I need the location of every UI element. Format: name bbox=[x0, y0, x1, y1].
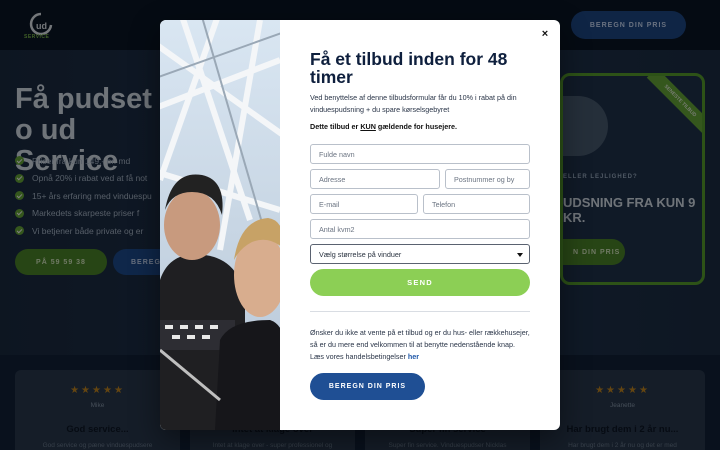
modal-photo bbox=[160, 20, 280, 430]
send-button[interactable]: SEND bbox=[310, 269, 530, 296]
address-input[interactable] bbox=[310, 169, 440, 189]
calculate-price-button[interactable]: BEREGN DIN PRIS bbox=[310, 373, 425, 400]
email-input[interactable] bbox=[310, 194, 418, 214]
divider bbox=[310, 311, 530, 312]
chevron-down-icon bbox=[517, 253, 523, 257]
modal-bottom-text: Ønsker du ikke at vente på et tilbud og … bbox=[310, 328, 530, 361]
team-photo-image bbox=[160, 20, 280, 430]
terms-link[interactable]: her bbox=[408, 352, 419, 361]
close-icon[interactable]: × bbox=[538, 27, 552, 41]
modal-description: Ved benyttelse af denne tilbudsformular … bbox=[310, 93, 517, 114]
modal-title: Få et tilbud inden for 48 timer bbox=[310, 49, 508, 87]
select-value: Vælg størrelse på vinduer bbox=[319, 250, 402, 259]
phone-input[interactable] bbox=[423, 194, 530, 214]
full-name-input[interactable] bbox=[310, 144, 530, 164]
postal-code-input[interactable] bbox=[445, 169, 530, 189]
modal-note: Dette tilbud er KUN gældende for husejer… bbox=[310, 122, 457, 131]
modal-form-panel: × Få et tilbud inden for 48 timer Ved be… bbox=[280, 20, 560, 430]
area-input[interactable] bbox=[310, 219, 530, 239]
window-size-select[interactable]: Vælg størrelse på vinduer bbox=[310, 244, 530, 264]
quote-modal: × Få et tilbud inden for 48 timer Ved be… bbox=[160, 20, 560, 430]
